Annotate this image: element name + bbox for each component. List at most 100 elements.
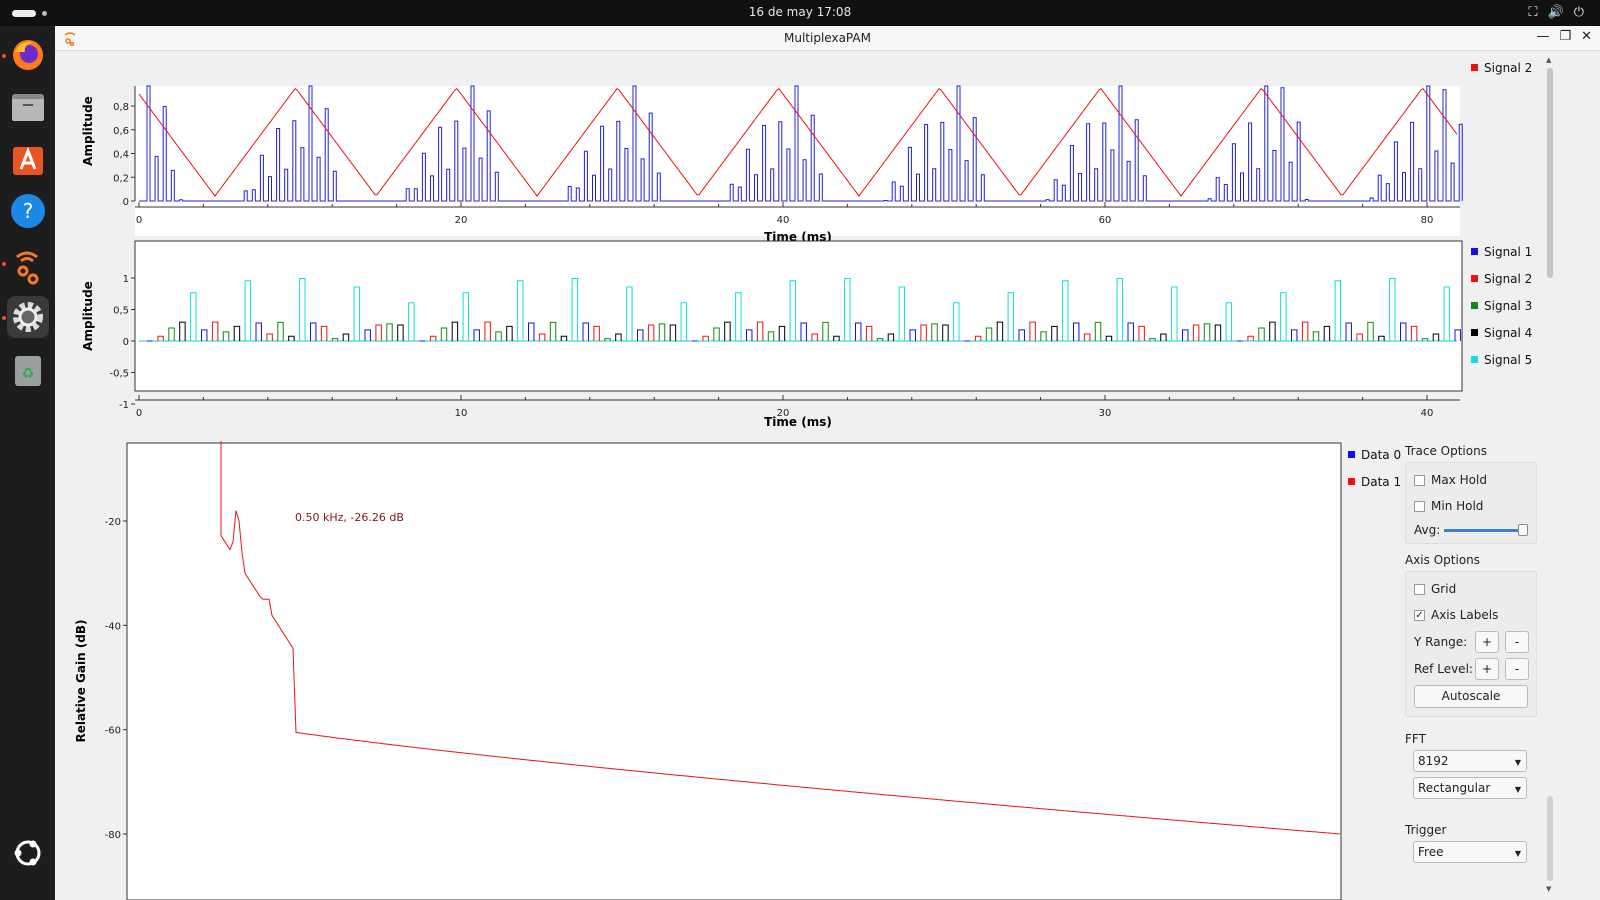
control-panel: Trace Options Max Hold Min Hold Avg: Axi… [1405, 444, 1545, 878]
legend-item[interactable]: Signal 1 [1471, 238, 1532, 265]
axis-labels-checkmark: ✓ [1414, 609, 1425, 621]
time-plot-1[interactable]: Amplitude Time (ms) 0,80,60,40,20 0 20 40 6… [55, 51, 1465, 251]
legend-swatch [1471, 356, 1478, 363]
legend-item[interactable]: Signal 2 [1471, 265, 1532, 292]
axis-labels-checkbox[interactable]: ✓ Axis Labels [1414, 608, 1498, 622]
x-tick-label: 30 [1099, 408, 1112, 419]
y-range-plus-button[interactable]: + [1475, 631, 1499, 653]
vertical-scrollbar[interactable]: ▲ ▼ [1545, 56, 1555, 896]
clock[interactable]: 16 de may 17:08 [0, 5, 1600, 19]
y-range-minus-button[interactable]: - [1505, 631, 1529, 653]
y-tick-label: -1 [119, 400, 129, 411]
axis-options-group: Grid ✓ Axis Labels Y Range: + - Ref Level… [1405, 571, 1537, 717]
title-bar[interactable]: MultiplexaPAM — ❐ ✕ [55, 26, 1600, 51]
maximize-icon[interactable]: ❐ [1559, 29, 1571, 44]
legend-label: Signal 2 [1484, 271, 1533, 286]
x-tick-label: 80 [1421, 215, 1434, 226]
power-icon[interactable]: ⏻ [1574, 5, 1584, 20]
x-axis-label: Time (ms) [764, 415, 832, 429]
window-title: MultiplexaPAM [784, 31, 871, 45]
y-tick-label: 0 [123, 197, 129, 208]
legend-item[interactable]: Signal 2 [1471, 54, 1532, 81]
x-tick-label: 40 [1421, 408, 1434, 419]
x-tick-label: 0 [136, 215, 142, 226]
window-function-select[interactable]: Rectangular ▼ [1413, 777, 1527, 799]
avg-slider-handle[interactable] [1518, 524, 1528, 536]
running-indicator [2, 262, 6, 266]
max-hold-checkbox[interactable]: Max Hold [1414, 473, 1487, 487]
minimize-icon[interactable]: — [1536, 29, 1549, 44]
running-indicator [2, 316, 6, 320]
min-hold-label: Min Hold [1431, 499, 1484, 513]
trace-options-title: Trace Options [1405, 444, 1487, 458]
scrollbar-thumb[interactable] [1547, 68, 1553, 278]
axis-labels-label: Axis Labels [1431, 608, 1499, 622]
trash-icon[interactable]: ♻ [7, 350, 49, 392]
legend-item[interactable]: Data 1 [1348, 468, 1401, 495]
grid-label: Grid [1431, 582, 1457, 596]
legend-plot-1: Signal 2 [1471, 54, 1532, 81]
y-tick-label: -40 [105, 621, 121, 632]
firefox-icon[interactable] [7, 34, 49, 76]
fft-title: FFT [1405, 732, 1426, 746]
max-hold-label: Max Hold [1431, 473, 1487, 487]
help-icon[interactable]: ? [7, 190, 49, 232]
fft-size-select[interactable]: 8192 ▼ [1413, 750, 1527, 772]
y-tick-label: -80 [105, 830, 121, 841]
avg-slider-track[interactable] [1444, 529, 1522, 532]
settings-icon[interactable] [7, 296, 49, 338]
y-tick-label: -60 [105, 726, 121, 737]
legend-item[interactable]: Signal 4 [1471, 319, 1532, 346]
y-tick-label: 0,6 [113, 126, 129, 137]
app-center-icon[interactable] [7, 138, 49, 180]
legend-swatch [1471, 329, 1478, 336]
trigger-mode-select[interactable]: Free ▼ [1413, 841, 1527, 863]
grid-checkbox[interactable]: Grid [1414, 582, 1456, 596]
x-tick-label: 0 [136, 408, 142, 419]
close-icon[interactable]: ✕ [1581, 29, 1592, 44]
autoscale-button[interactable]: Autoscale [1414, 685, 1528, 708]
legend-swatch [1471, 275, 1478, 282]
svg-text:?: ? [23, 199, 34, 223]
scrollbar-up-arrow-icon[interactable]: ▲ [1546, 56, 1551, 64]
files-icon[interactable] [7, 86, 49, 128]
legend-plot-3: Data 0 Data 1 [1348, 441, 1401, 495]
x-tick-label: 40 [777, 215, 790, 226]
y-tick-label: -20 [105, 517, 121, 528]
app-window: MultiplexaPAM — ❐ ✕ Amplitude Time (ms) … [55, 26, 1600, 900]
ref-level-plus-button[interactable]: + [1475, 658, 1499, 680]
y-tick-label: 0,5 [113, 306, 129, 317]
svg-text:♻: ♻ [22, 366, 35, 382]
ref-level-label: Ref Level: [1414, 662, 1473, 676]
legend-swatch [1471, 302, 1478, 309]
y-axis-label: Relative Gain (dB) [74, 619, 88, 742]
volume-icon[interactable]: 🔊 [1548, 5, 1564, 20]
x-tick-label: 20 [455, 215, 468, 226]
legend-item[interactable]: Signal 5 [1471, 346, 1532, 373]
gnuradio-icon[interactable] [7, 244, 49, 286]
min-hold-checkbox[interactable]: Min Hold [1414, 499, 1483, 513]
network-icon[interactable]: ⛶ [1528, 5, 1537, 20]
scrollbar-track-lower [1547, 796, 1553, 881]
legend-label: Signal 3 [1484, 298, 1533, 313]
legend-item[interactable]: Signal 3 [1471, 292, 1532, 319]
scrollbar-down-arrow-icon[interactable]: ▼ [1546, 885, 1551, 893]
legend-item[interactable]: Data 0 [1348, 441, 1401, 468]
ref-level-minus-button[interactable]: - [1505, 658, 1529, 680]
y-axis-label: Amplitude [81, 281, 95, 351]
legend-label: Signal 2 [1484, 60, 1533, 75]
legend-swatch [1471, 64, 1478, 71]
chevron-down-icon: ▼ [1514, 849, 1521, 858]
x-tick-label: 20 [777, 408, 790, 419]
y-range-label: Y Range: [1414, 635, 1468, 649]
y-tick-label: -0,5 [109, 369, 129, 380]
top-bar: 16 de may 17:08 ⛶ 🔊 ⏻ [0, 0, 1600, 26]
system-tray[interactable]: ⛶ 🔊 ⏻ [1528, 5, 1584, 20]
trace-options-group: Max Hold Min Hold Avg: [1405, 462, 1537, 544]
avg-label: Avg: [1414, 523, 1441, 537]
show-apps-icon[interactable] [7, 832, 49, 874]
time-plot-2[interactable]: Amplitude Time (ms) 1 0,5 0 -0,5 -1 0 10 20 30 4… [55, 236, 1465, 466]
y-tick-label: 0,4 [113, 150, 129, 161]
y-tick-label: 0,8 [113, 102, 129, 113]
frequency-plot[interactable]: Relative Gain (dB) -20 -40 -60 -80 0.50 kHz… [55, 441, 1345, 900]
